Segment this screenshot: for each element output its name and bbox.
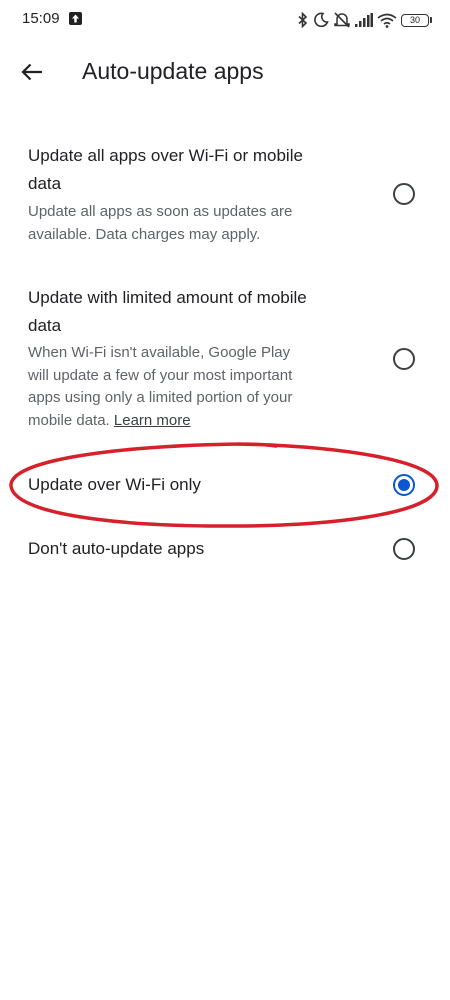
- option-desc-text: mobile data.: [28, 411, 110, 429]
- bluetooth-icon: [298, 12, 308, 28]
- option-title-line: Update all apps over Wi-Fi or mobile: [28, 146, 303, 165]
- battery-icon: 30: [401, 13, 429, 27]
- option-desc-line-last: mobile data. Learn more: [28, 410, 358, 433]
- back-button[interactable]: [12, 54, 52, 90]
- option-title: Update over Wi-Fi only: [28, 475, 201, 494]
- option-desc-line: will update a few of your most important: [28, 366, 293, 384]
- radio-dot: [398, 479, 410, 491]
- option-title: Update all apps over Wi-Fi or mobile dat…: [28, 142, 358, 198]
- arrow-left-icon: [21, 63, 42, 81]
- muted-bell-icon: [334, 12, 350, 28]
- status-time: 15:09: [22, 10, 60, 27]
- option-title-line: data: [28, 316, 62, 335]
- learn-more-link[interactable]: Learn more: [114, 412, 191, 429]
- page-title: Auto-update apps: [82, 58, 264, 84]
- wifi-icon: [377, 13, 397, 28]
- radio-button[interactable]: [393, 348, 415, 370]
- status-icons: 30: [297, 10, 432, 30]
- option-title: Update with limited amount of mobile dat…: [28, 284, 358, 340]
- status-bar: 15:09 30: [0, 0, 450, 40]
- option-title-line: data: [28, 174, 62, 193]
- option-desc-line: When Wi-Fi isn't available, Google Play: [28, 344, 291, 361]
- signal-icon: [355, 13, 373, 27]
- radio-button[interactable]: [393, 183, 415, 205]
- option-limited-mobile-data[interactable]: Update with limited amount of mobile dat…: [0, 278, 450, 438]
- upload-icon: [69, 12, 82, 25]
- option-description: Update all apps as soon as updates are a…: [28, 201, 358, 246]
- option-desc-line: apps using only a limited portion of you…: [28, 389, 293, 406]
- battery-tip: [430, 17, 432, 23]
- app-bar: Auto-update apps: [0, 44, 450, 100]
- moon-icon: [314, 12, 329, 28]
- option-desc-line: available. Data charges may apply.: [28, 225, 261, 243]
- radio-button-selected[interactable]: [393, 474, 415, 496]
- option-title: Don't auto-update apps: [28, 539, 205, 558]
- option-title-line: Update with limited amount of mobile: [28, 288, 307, 307]
- option-description: When Wi-Fi isn't available, Google Play …: [28, 342, 358, 432]
- option-desc-line: Update all apps as soon as updates are: [28, 203, 293, 220]
- radio-button[interactable]: [393, 538, 415, 560]
- option-dont-auto-update[interactable]: Don't auto-update apps: [0, 530, 450, 570]
- option-wifi-or-mobile[interactable]: Update all apps over Wi-Fi or mobile dat…: [0, 136, 450, 256]
- option-wifi-only[interactable]: Update over Wi-Fi only: [0, 466, 450, 506]
